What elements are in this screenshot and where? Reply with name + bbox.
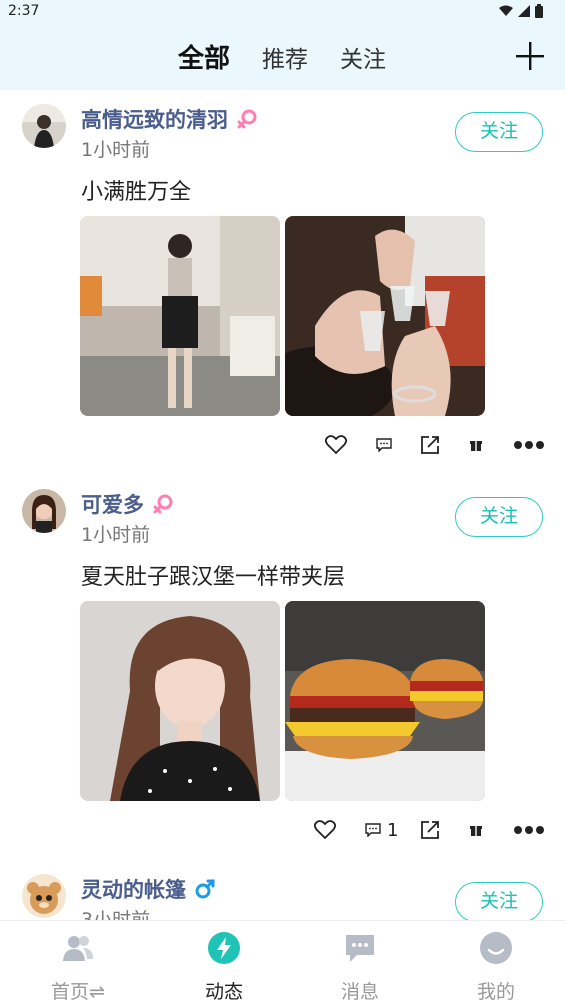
post-actions (0, 430, 565, 460)
avatar[interactable] (22, 489, 66, 533)
like-button[interactable] (314, 815, 336, 845)
chat-icon (346, 935, 374, 962)
username-text: 高情远致的清羽 (81, 108, 228, 132)
post-actions: 1 (0, 815, 565, 845)
username[interactable]: 高情远致的清羽 (81, 104, 258, 134)
gift-button[interactable] (470, 430, 482, 460)
comment-icon (376, 438, 392, 452)
post-card: 灵动的帐篷 3小时前 关注 (0, 860, 565, 920)
follow-button[interactable]: 关注 (455, 882, 543, 920)
tab-recommended[interactable]: 推荐 (262, 40, 308, 74)
avatar[interactable] (22, 874, 66, 918)
post-time: 1小时前 (81, 524, 151, 546)
post-image[interactable] (285, 601, 485, 801)
female-icon (237, 109, 257, 129)
wifi-icon (499, 5, 513, 16)
smile-icon (480, 932, 512, 964)
feed-tabs: 全部 推荐 关注 (178, 38, 386, 75)
more-icon (514, 441, 544, 449)
share-button[interactable] (420, 430, 440, 460)
nav-label: 消息 (340, 981, 379, 1003)
post-time: 3小时前 (81, 909, 151, 920)
nav-label: 我的 (476, 981, 515, 1003)
more-icon (514, 826, 544, 834)
share-icon (421, 821, 439, 839)
share-icon (421, 436, 439, 454)
gift-icon (470, 826, 482, 836)
comment-count: 1 (387, 819, 399, 841)
post-time: 1小时前 (81, 139, 151, 161)
male-icon (195, 879, 215, 899)
system-icons (499, 4, 543, 18)
post-card: 高情远致的清羽 1小时前 关注 小满胜万全 (0, 90, 565, 475)
signal-icon (518, 5, 530, 17)
avatar[interactable] (22, 104, 66, 148)
post-image[interactable] (80, 216, 280, 416)
gift-icon (470, 441, 482, 451)
nav-home[interactable]: 首页⇌ (28, 931, 128, 1004)
username[interactable]: 可爱多 (81, 489, 174, 519)
people-icon (63, 936, 93, 961)
nav-messages[interactable]: 消息 (310, 931, 410, 1004)
status-time: 2:37 (8, 3, 40, 19)
follow-button[interactable]: 关注 (455, 112, 543, 152)
status-bar: 2:37 (0, 0, 565, 24)
comment-icon (365, 823, 381, 837)
more-button[interactable] (514, 430, 544, 460)
feed-list[interactable]: 高情远致的清羽 1小时前 关注 小满胜万全 可爱多 1小时前 关注 夏天肚子跟汉… (0, 90, 565, 920)
post-image[interactable] (80, 601, 280, 801)
battery-icon (535, 4, 543, 18)
heart-icon (325, 435, 347, 455)
tab-all[interactable]: 全部 (178, 38, 230, 75)
add-post-icon[interactable] (515, 41, 545, 71)
comment-button[interactable]: 1 (365, 815, 398, 845)
comment-button[interactable] (376, 430, 398, 460)
gift-button[interactable] (470, 815, 482, 845)
post-image[interactable] (285, 216, 485, 416)
username-text: 灵动的帐篷 (81, 878, 186, 902)
username-text: 可爱多 (81, 493, 144, 517)
nav-profile[interactable]: 我的 (446, 931, 546, 1004)
tab-following[interactable]: 关注 (340, 40, 386, 74)
nav-label: 首页⇌ (51, 981, 105, 1003)
share-button[interactable] (420, 815, 440, 845)
nav-feed[interactable]: 动态 (174, 931, 274, 1004)
lightning-icon (208, 932, 240, 964)
bottom-navigation: 首页⇌ 动态 消息 我的 (0, 920, 565, 1004)
post-text: 夏天肚子跟汉堡一样带夹层 (81, 565, 346, 590)
post-card: 可爱多 1小时前 关注 夏天肚子跟汉堡一样带夹层 1 (0, 475, 565, 860)
follow-button[interactable]: 关注 (455, 497, 543, 537)
female-icon (153, 494, 173, 514)
more-button[interactable] (514, 815, 544, 845)
nav-label: 动态 (204, 981, 243, 1003)
top-header: 全部 推荐 关注 (0, 24, 565, 90)
post-text: 小满胜万全 (81, 180, 192, 205)
like-button[interactable] (325, 430, 347, 460)
heart-icon (314, 820, 336, 840)
username[interactable]: 灵动的帐篷 (81, 874, 216, 904)
